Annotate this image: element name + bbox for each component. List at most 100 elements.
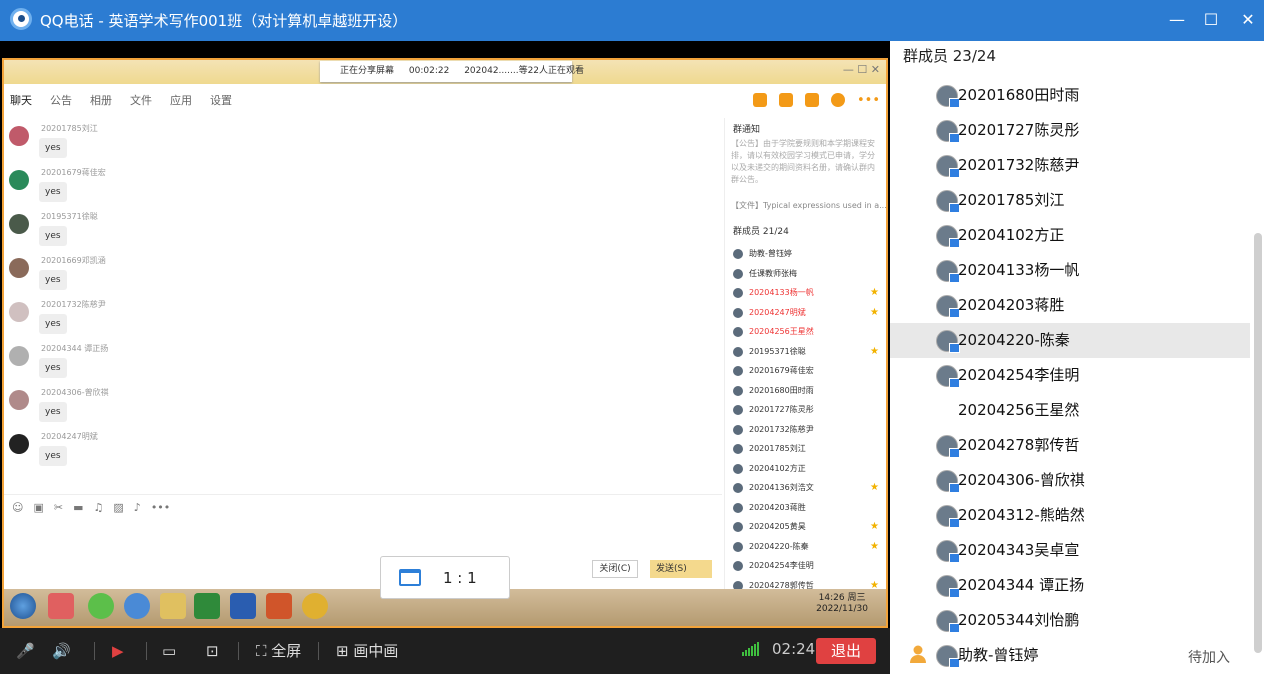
star-icon: ★ [870,521,879,532]
shared-screen: 正在分享屏幕 00:02:22 202042.......等22人正在观看 — … [2,58,888,628]
avatar [733,366,743,376]
pip-icon: ⊞ [336,642,349,660]
minimize-button[interactable]: — [1164,8,1190,32]
pip-button[interactable]: ⊞ 画中画 [336,640,398,662]
member-row[interactable]: 20204343吴卓宣 [890,533,1250,568]
inner-member-item: 20204136刘浩文 ★ [725,478,886,498]
member-name: 20201785刘江 [958,191,1065,209]
shared-tab-chat: 聊天 [10,94,32,107]
share-status-banner: 正在分享屏幕 00:02:22 202042.......等22人正在观看 [320,61,584,82]
clock-time: 14:26 周三 [818,593,866,603]
member-row[interactable]: 20204306-曾欣祺 [890,463,1250,498]
emoji-icon: ☺ [12,501,24,514]
shared-chat-tools: ☺ ▣ ✂ ▬ ♫ ▨ ♪ ••• [4,494,722,520]
member-row[interactable]: 20201732陈慈尹 [890,148,1250,183]
member-row[interactable]: 20201727陈灵彤 [890,113,1250,148]
divider [318,642,319,660]
member-row[interactable]: 20201785刘江 [890,183,1250,218]
avatar [733,502,743,513]
pip-label: 画中画 [353,642,399,660]
member-panel: 群成员 23/24 20201680田时雨 20201727陈灵彤 20201732… [890,41,1264,674]
divider [94,642,95,660]
member-name: 20204256王星然 [958,401,1080,419]
shared-tab-icons: ••• [722,84,886,116]
inner-member-item: 20204102方正 [725,459,886,479]
app-icon [48,593,74,619]
member-row[interactable]: 20204278郭传哲 [890,428,1250,463]
star-icon: ★ [870,287,879,298]
inner-member-name: 20204220-陈秦 [749,541,809,551]
member-row[interactable]: 20204256王星然 [890,393,1250,428]
avatar [733,483,743,493]
inner-member-item: 20204256王星然 [725,322,886,342]
avatar [936,435,960,458]
image-icon: ▨ [113,501,124,514]
member-name: 20201727陈灵彤 [958,121,1080,139]
avatar [936,505,960,528]
message-bubble: yes [39,270,67,290]
inner-member-name: 20201732陈慈尹 [749,424,814,434]
member-scrollbar[interactable] [1254,233,1262,653]
avatar [733,288,743,298]
message-bubble: yes [39,226,67,246]
inner-member-item: 任课教师张梅 [725,264,886,284]
taskbar-clock: 14:26 周三 2022/11/30 [816,593,868,615]
qq-logo-icon [10,8,32,30]
inner-member-item: 20204278郭传哲 ★ [725,576,886,591]
ratio-popup[interactable]: 1 : 1 [380,556,510,599]
avatar [936,260,960,283]
divider [146,642,147,660]
member-row[interactable]: 20205344刘怡鹏 [890,603,1250,638]
screen-share-icon[interactable]: ▭ [162,640,176,662]
member-row[interactable]: 20204312-熊皓然 [890,498,1250,533]
star-icon: ★ [870,579,879,591]
avatar [9,126,29,146]
shared-close-button: 关闭(C) [592,560,638,578]
file-text: 【文件】Typical expressions used in a... [731,201,886,210]
message-bubble: yes [39,402,67,422]
member-row[interactable]: 20204102方正 [890,218,1250,253]
close-button[interactable]: ✕ [1235,8,1261,32]
inner-member-name: 助教-曾钰婷 [749,249,792,258]
avatar [9,170,29,190]
member-row[interactable]: 20201680田时雨 [890,78,1250,113]
inner-member-list: 助教-曾钰婷 任课教师张梅 20204133杨一帆 ★ 20204247明斌 ★ 20204… [725,244,886,590]
inner-member-item: 助教-曾钰婷 [725,244,886,264]
exit-button[interactable]: 退出 [816,638,876,664]
mic-muted-icon[interactable]: 🎤 [16,640,35,662]
avatar [733,561,743,571]
shared-tab-files: 文件 [130,94,152,107]
shared-group-sidebar: 群通知 【公告】由于学院要规则和本学期课程安排，请以有效校园学习模式已申请，学分… [724,118,886,590]
inner-member-item: 20204203蒋胜 [725,498,886,518]
star-icon: ★ [870,345,879,357]
member-row[interactable]: 20204220-陈秦 [890,323,1250,358]
avatar [936,645,960,668]
camera-off-icon[interactable]: ▶ [112,640,124,662]
message-bubble: yes [39,138,67,158]
inner-member-item: 20204220-陈秦 ★ [725,537,886,557]
inner-member-item: 20201679蒋佳宏 [725,361,886,381]
phone-icon [752,93,767,107]
member-row[interactable]: 20204254李佳明 [890,358,1250,393]
fullscreen-button[interactable]: ⛶ 全屏 [256,640,301,662]
member-row[interactable]: 20204344 谭正扬 [890,568,1250,603]
inner-member-name: 任课教师张梅 [749,268,797,278]
maximize-button[interactable]: ☐ [1198,8,1224,32]
sender-name: 20204306-曾欣祺 [41,388,109,397]
speaker-icon[interactable]: 🔊 [52,640,71,662]
inner-member-item: 20204133杨一帆 ★ [725,283,886,303]
presenter-icon[interactable]: ⊡ [206,640,219,662]
music-icon: ♫ [93,501,104,514]
inner-member-item: 20201727陈灵彤 [725,400,886,420]
member-row[interactable]: 20204133杨一帆 [890,253,1250,288]
inner-member-name: 20195371徐聪 [749,346,806,356]
sender-name: 20201669邓凯涵 [41,256,106,265]
folder-icon: ▬ [73,501,84,514]
member-row[interactable]: 助教-曾钰婷 待加入 [890,638,1250,673]
avatar [936,155,960,178]
member-name: 20204306-曾欣祺 [958,471,1085,489]
member-name: 20204102方正 [958,226,1065,244]
call-timer: 02:24 [772,640,816,658]
member-row[interactable]: 20204203蒋胜 [890,288,1250,323]
avatar [936,540,960,563]
